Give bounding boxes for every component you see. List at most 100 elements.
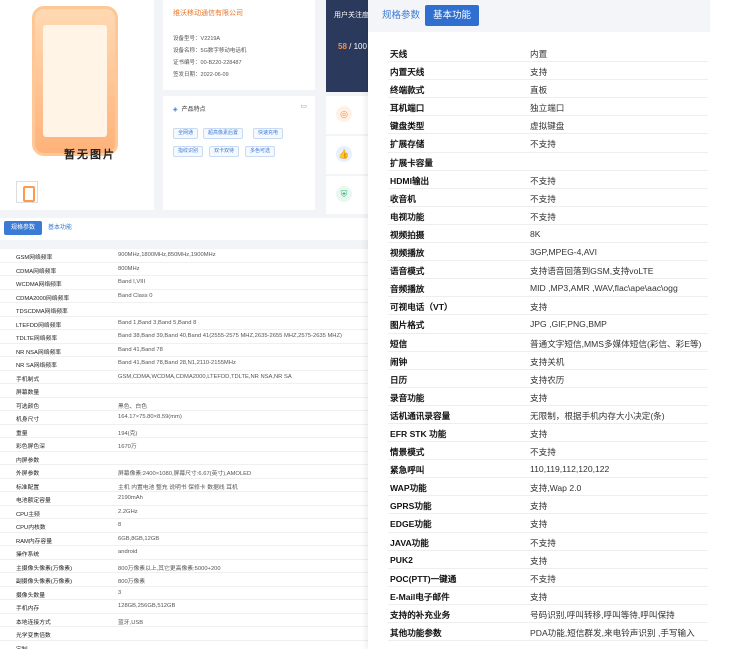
table-row: CDMA网络频率 800MHz <box>0 263 368 276</box>
row-label: JAVA功能 <box>390 537 429 548</box>
row-value: 2.2GHz <box>118 508 138 515</box>
feature-tag[interactable]: 多色可选 <box>245 146 276 157</box>
row-label: 手机内存 <box>16 606 40 612</box>
collapse-icon[interactable]: ▭ <box>300 102 307 110</box>
row-value: 不支持 <box>530 211 556 222</box>
table-row: 语音模式 支持语音回落到GSM,支持voLTE <box>388 261 708 280</box>
tab-basic-functions[interactable]: 基本功能 <box>48 221 72 235</box>
row-value: 主机 内置电池 整充 说明书 保修卡 数据线 耳机 <box>118 484 238 491</box>
feature-tag[interactable]: 双卡双待 <box>209 146 240 157</box>
row-label: GPRS功能 <box>390 501 432 512</box>
table-row: 紧急呼叫 110,119,112,120,122 <box>388 460 708 479</box>
feature-tag[interactable]: 指纹识别 <box>173 146 204 157</box>
functions-table: 天线 内置 内置天线 支持 终端款式 直板 耳机端口 独立端口 键盘类型 虚拟键盘 扩展存储 不支持扩… <box>388 44 708 642</box>
row-label: HDMI输出 <box>390 175 430 186</box>
row-value: 号码识别,呼叫转移,呼叫等待,呼叫保持 <box>530 609 675 620</box>
row-value: GSM,CDMA,WCDMA,CDMA2000,LTEFDD,TDLTE,NR … <box>118 373 292 380</box>
table-row: 情景模式 不支持 <box>388 442 708 461</box>
table-row: 屏幕数量 <box>0 384 368 398</box>
row-value: 3GP,MPEG-4,AVI <box>530 247 598 258</box>
row-value: 8K <box>530 228 541 239</box>
table-row: NR NSA网络频率 Band 41,Band 78 <box>0 344 368 357</box>
feature-tag[interactable]: 超高像素后置 <box>203 128 244 139</box>
row-value: 不支持 <box>530 537 556 548</box>
table-row: 可选颜色 黑色、白色 <box>0 398 368 411</box>
row-value: 支持,Wap 2.0 <box>530 483 582 494</box>
row-value: 6GB,8GB,12GB <box>118 535 160 542</box>
row-label: 扩展存储 <box>390 139 425 150</box>
row-label: E-Mail电子邮件 <box>390 591 450 602</box>
table-row: 可视电话（VT） 支持 <box>388 297 708 316</box>
table-row: PUK2 支持 <box>388 551 708 569</box>
table-row: 本地连接方式 蓝牙,USB <box>0 614 368 627</box>
row-value: Band 41,Band 78 <box>118 346 163 353</box>
row-value: 支持关机 <box>530 356 565 367</box>
row-value: JPG ,GIF,PNG,BMP <box>530 319 607 330</box>
table-row: 内屏参数 <box>0 452 368 465</box>
page: 暂无图片 维沃移动通信有限公司 设备型号：V2219A 设备名称：5G数字移动电… <box>0 0 750 649</box>
table-row: WCDMA网络频率 Band I,VIII <box>0 276 368 290</box>
row-value: 蓝牙,USB <box>118 619 144 626</box>
row-value: 独立端口 <box>530 103 565 114</box>
row-value: PDA功能,短信群发,来电铃声识别 ,手写输入 <box>530 628 695 638</box>
table-row: 日历 支持农历 <box>388 370 708 388</box>
table-row: 耳机端口 独立端口 <box>388 98 708 117</box>
row-label: 紧急呼叫 <box>390 465 425 476</box>
table-row: 彩色屏色深 1670万 <box>0 438 368 452</box>
table-row: 终端款式 直板 <box>388 80 708 99</box>
row-value: 不支持 <box>530 175 556 186</box>
row-label: 情景模式 <box>390 447 425 458</box>
feature-tag[interactable]: 全网通 <box>173 128 199 139</box>
row-value: 不支持 <box>530 573 556 584</box>
row-label: CDMA网络频率 <box>16 268 57 275</box>
row-value: 支持 <box>530 67 548 78</box>
row-value: 164.17×75.80×8.59(mm) <box>118 414 182 420</box>
table-row: 重量 194(克) <box>0 425 368 438</box>
row-label: LTEFDD网络频率 <box>16 322 62 329</box>
table-row: 扩展卡容量 <box>388 153 708 171</box>
table-row: JAVA功能 不支持 <box>388 533 708 551</box>
row-value: 2190mAh <box>118 495 143 501</box>
panel-tab-specs[interactable]: 规格参数 <box>376 5 426 26</box>
row-label: 扩展卡容量 <box>390 157 433 168</box>
row-value: 8 <box>118 522 122 528</box>
table-row: 操作系统 android <box>0 546 368 560</box>
row-value: Band 38,Band 39,Band 40,Band 41(2555-257… <box>118 333 342 339</box>
row-label: 短信 <box>390 338 408 349</box>
table-row: HDMI输出 不支持 <box>388 171 708 189</box>
tab-specs[interactable]: 规格参数 <box>4 221 42 235</box>
info-model: 设备型号：V2219A <box>173 36 221 42</box>
row-label: NR SA网络频率 <box>16 363 57 369</box>
row-value: 支持 <box>530 392 548 403</box>
row-label: PUK2 <box>390 554 413 565</box>
table-row: GSM网络频率 900MHz,1800MHz,850MHz,1900MHz <box>0 249 368 263</box>
row-label: 话机通讯录容量 <box>390 410 451 421</box>
row-value: android <box>118 549 138 555</box>
row-value: 支持农历 <box>530 374 565 385</box>
table-row: TDSCDMA网络频率 <box>0 303 368 317</box>
phone-placeholder-icon <box>32 6 118 156</box>
attention-title: 用户关注度 <box>334 12 369 19</box>
thumbs-up-icon: 👍 <box>336 146 352 162</box>
row-value: 3 <box>118 589 122 596</box>
info-issue-date: 签发日期：2022-06-09 <box>173 72 229 78</box>
table-row: 机身尺寸 164.17×75.80×8.59(mm) <box>0 411 368 425</box>
thumbnail[interactable] <box>16 181 38 203</box>
features-title: 产品特点 <box>173 104 206 113</box>
row-label: CPU主频 <box>16 511 40 518</box>
panel-tab-basic-functions[interactable]: 基本功能 <box>425 5 480 26</box>
row-value: Band 1,Band 3,Band 5,Band 8 <box>118 319 197 326</box>
row-value: Band I,VIII <box>118 279 146 285</box>
row-value: 194(克) <box>118 430 138 437</box>
row-value: 支持 <box>530 302 548 313</box>
company-name[interactable]: 维沃移动通信有限公司 <box>173 8 243 18</box>
table-row: 支持的补充业务 号码识别,呼叫转移,呼叫等待,呼叫保持 <box>388 605 708 623</box>
row-label: 录音功能 <box>390 392 425 403</box>
row-label: 视频拍摄 <box>390 229 425 240</box>
feature-tag[interactable]: 快速充电 <box>253 128 284 139</box>
row-label: 机身尺寸 <box>16 417 40 423</box>
row-label: 闹钟 <box>390 356 408 367</box>
table-row: TDLTE网络频率 Band 38,Band 39,Band 40,Band 41… <box>0 330 368 344</box>
row-label: 可视电话（VT） <box>390 302 453 313</box>
row-value: 支持 <box>530 555 548 566</box>
